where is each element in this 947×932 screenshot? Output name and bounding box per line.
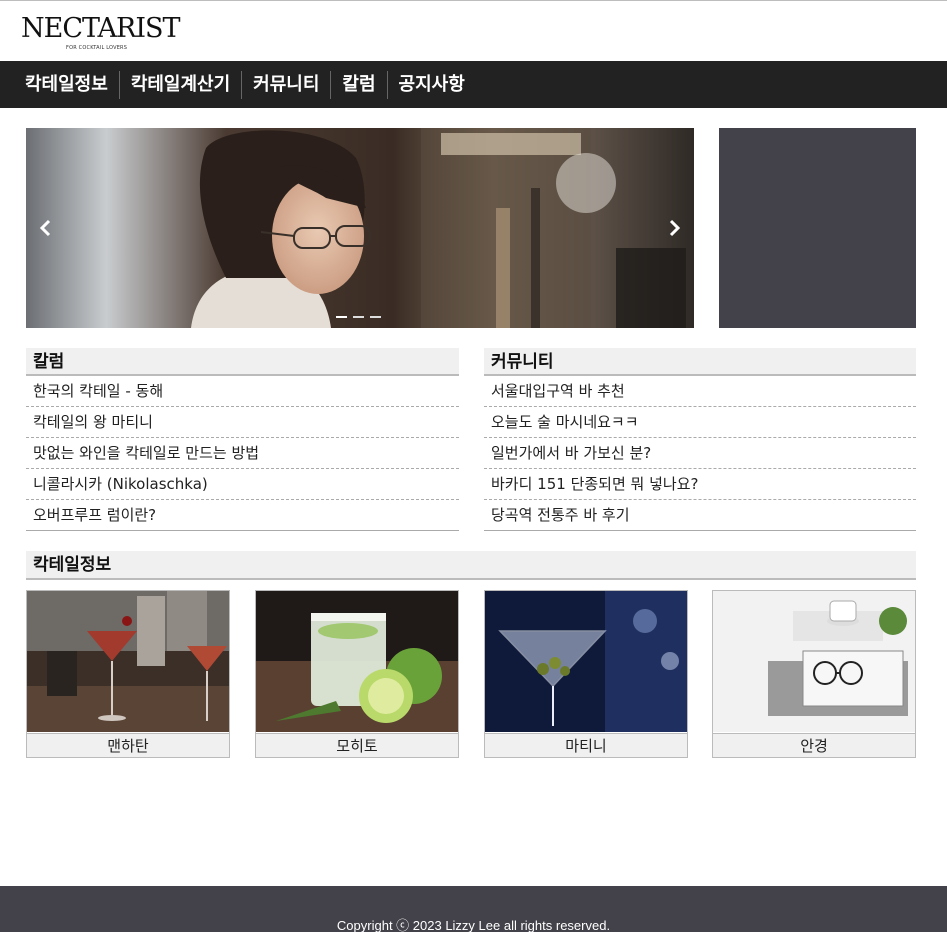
slider-prev-button[interactable] (34, 216, 58, 240)
copyright-text: Copyright ⓒ 2023 Lizzy Lee all rights re… (336, 918, 611, 932)
slider-dots (336, 316, 381, 320)
hero-slider (26, 128, 694, 328)
cocktail-info-title[interactable]: 칵테일정보 (26, 551, 916, 580)
footer: Copyright ⓒ 2023 Lizzy Lee all rights re… (0, 886, 947, 932)
header: NECTARIST FOR COCKTAIL LOVERS (0, 1, 947, 61)
card-image (27, 591, 229, 732)
list-item[interactable]: 니콜라시카 (Nikolaschka) (26, 469, 459, 500)
slider-dot[interactable] (336, 316, 347, 318)
card-label: 안경 (713, 733, 915, 757)
list-item[interactable]: 서울대입구역 바 추천 (484, 376, 916, 407)
side-banner (719, 128, 916, 328)
card-image (713, 591, 915, 732)
list-item[interactable]: 칵테일의 왕 마티니 (26, 407, 459, 438)
list-item[interactable]: 당곡역 전통주 바 후기 (484, 500, 916, 531)
logo[interactable]: NECTARIST FOR COCKTAIL LOVERS (21, 13, 181, 53)
list-item[interactable]: 일번가에서 바 가보신 분? (484, 438, 916, 469)
list-item[interactable]: 맛없는 와인을 칵테일로 만드는 방법 (26, 438, 459, 469)
community-list-title[interactable]: 커뮤니티 (484, 348, 916, 376)
logo-text: NECTARIST (21, 13, 181, 44)
slider-dot[interactable] (353, 316, 364, 318)
nav-item-community[interactable]: 커뮤니티 (242, 70, 332, 99)
cocktail-card-mojito[interactable]: 모히토 (255, 590, 459, 758)
card-label: 모히토 (256, 733, 458, 757)
card-label: 맨하탄 (27, 733, 229, 757)
nav-item-column[interactable]: 칼럼 (331, 70, 388, 99)
chevron-left-icon (39, 219, 51, 237)
list-item[interactable]: 오늘도 술 마시네요ㅋㅋ (484, 407, 916, 438)
nav-item-cocktail-calculator[interactable]: 칵테일계산기 (120, 70, 243, 99)
column-list-title[interactable]: 칼럼 (26, 348, 459, 376)
card-image (485, 591, 687, 732)
list-item[interactable]: 바카디 151 단종되면 뭐 넣나요? (484, 469, 916, 500)
logo-tagline: FOR COCKTAIL LOVERS (66, 45, 128, 51)
card-image (256, 591, 458, 732)
card-label: 마티니 (485, 733, 687, 757)
slider-next-button[interactable] (662, 216, 686, 240)
cocktail-card-martini[interactable]: 마티니 (484, 590, 688, 758)
community-list: 커뮤니티 서울대입구역 바 추천 오늘도 술 마시네요ㅋㅋ 일번가에서 바 가보… (484, 348, 916, 531)
chevron-right-icon (669, 219, 681, 237)
slider-dot[interactable] (370, 316, 381, 318)
nav-item-cocktail-info[interactable]: 칵테일정보 (14, 70, 120, 99)
cocktail-card-manhattan[interactable]: 맨하탄 (26, 590, 230, 758)
cocktail-card-glasses[interactable]: 안경 (712, 590, 916, 758)
slide-photo (26, 128, 694, 328)
list-item[interactable]: 오버프루프 럼이란? (26, 500, 459, 531)
nav-item-notice[interactable]: 공지사항 (388, 71, 476, 99)
list-item[interactable]: 한국의 칵테일 - 동해 (26, 376, 459, 407)
column-list: 칼럼 한국의 칵테일 - 동해 칵테일의 왕 마티니 맛없는 와인을 칵테일로 … (26, 348, 459, 531)
main-nav: 칵테일정보 칵테일계산기 커뮤니티 칼럼 공지사항 (0, 61, 947, 108)
